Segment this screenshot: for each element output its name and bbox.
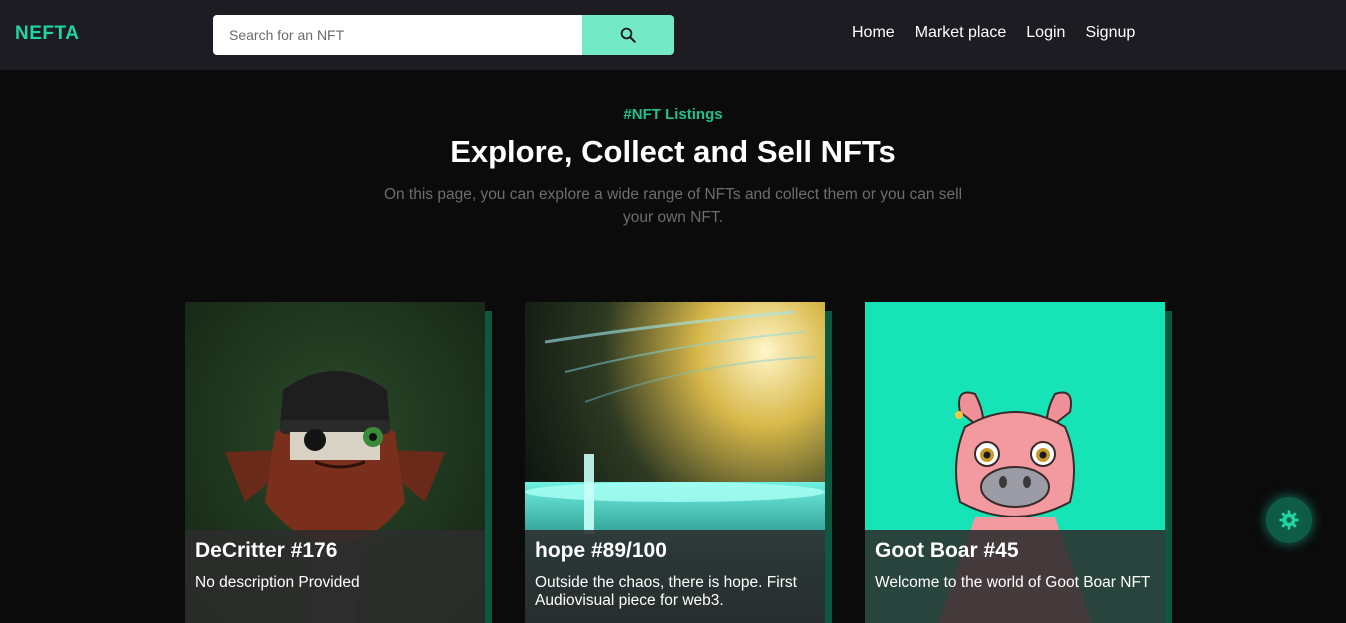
search-input[interactable] bbox=[213, 15, 582, 55]
settings-button[interactable] bbox=[1266, 497, 1312, 543]
nft-card[interactable]: DeCritter #176 No description Provided bbox=[185, 302, 492, 623]
card-caption: Goot Boar #45 Welcome to the world of Go… bbox=[865, 530, 1165, 623]
page-title: Explore, Collect and Sell NFTs bbox=[450, 134, 896, 169]
section-tag: #NFT Listings bbox=[623, 106, 723, 123]
hero: #NFT Listings Explore, Collect and Sell … bbox=[0, 106, 1346, 229]
nav-login[interactable]: Login bbox=[1026, 24, 1065, 42]
main-nav: Home Market place Login Signup bbox=[852, 24, 1135, 42]
nft-card[interactable]: hope #89/100 Outside the chaos, there is… bbox=[525, 302, 832, 623]
nft-card[interactable]: Goot Boar #45 Welcome to the world of Go… bbox=[865, 302, 1172, 623]
navbar: NEFTA Home Market place Login Signup bbox=[0, 0, 1346, 70]
card-caption: hope #89/100 Outside the chaos, there is… bbox=[525, 530, 825, 623]
logo[interactable]: NEFTA bbox=[15, 23, 79, 45]
nav-home[interactable]: Home bbox=[852, 24, 895, 42]
nav-market-place[interactable]: Market place bbox=[915, 24, 1007, 42]
card-description: Outside the chaos, there is hope. First … bbox=[535, 574, 797, 609]
search-button[interactable] bbox=[582, 15, 674, 55]
card-description: Welcome to the world of Goot Boar NFT bbox=[875, 574, 1151, 591]
card-caption: DeCritter #176 No description Provided bbox=[185, 530, 485, 623]
card-description: No description Provided bbox=[195, 574, 360, 591]
card-title: hope #89/100 bbox=[535, 539, 667, 562]
card-title: DeCritter #176 bbox=[195, 539, 338, 562]
search-icon bbox=[620, 27, 636, 43]
search-bar bbox=[213, 15, 674, 55]
gear-icon bbox=[1279, 510, 1299, 530]
card-title: Goot Boar #45 bbox=[875, 539, 1019, 562]
nav-signup[interactable]: Signup bbox=[1085, 24, 1135, 42]
page-subtitle: On this page, you can explore a wide ran… bbox=[383, 186, 963, 226]
